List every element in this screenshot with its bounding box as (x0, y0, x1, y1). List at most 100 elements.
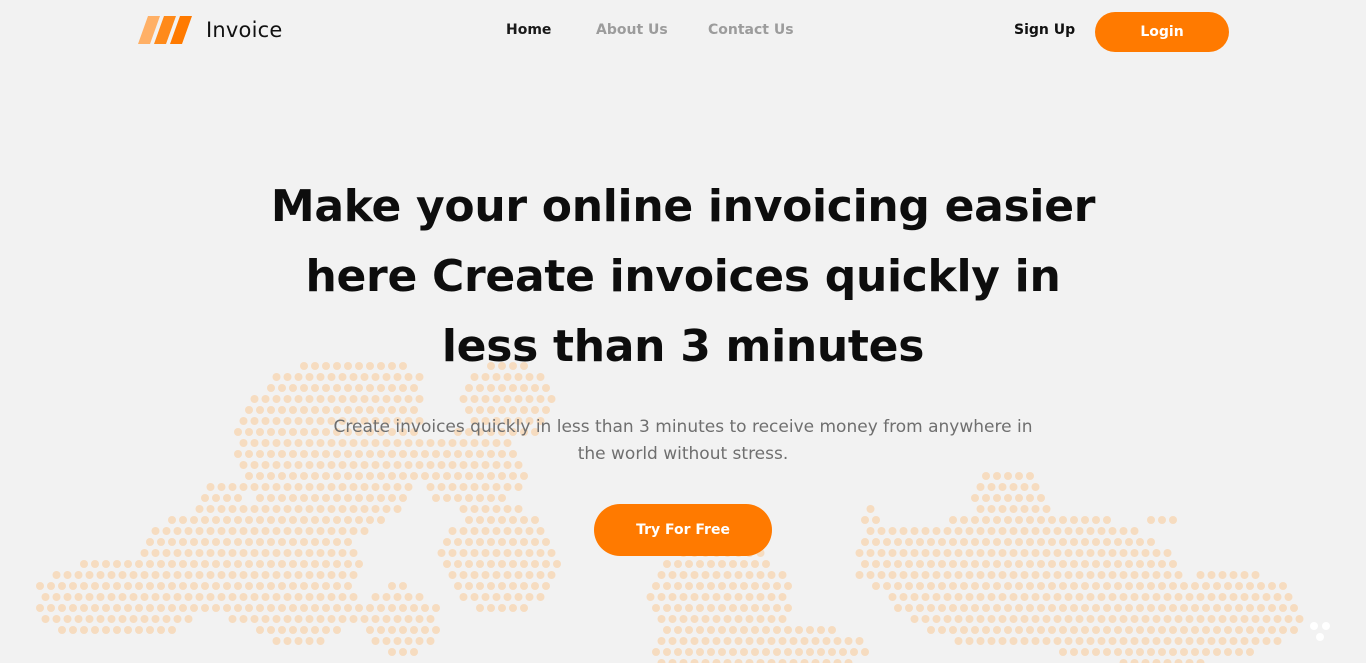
map-dot (1224, 604, 1232, 612)
map-dot (971, 626, 979, 634)
map-dot (1147, 538, 1155, 546)
map-dot (432, 626, 440, 634)
map-dot (503, 593, 512, 601)
map-dot (1004, 472, 1012, 480)
map-dot (261, 395, 270, 403)
map-dot (278, 384, 286, 392)
map-dot (982, 538, 990, 546)
map-dot (135, 626, 143, 634)
map-dot (113, 560, 121, 568)
map-dot (1251, 593, 1260, 601)
map-dot (998, 505, 1007, 513)
map-dot (784, 582, 792, 590)
map-dot (1196, 571, 1205, 579)
map-dot (1268, 582, 1276, 590)
map-dot (366, 472, 374, 480)
map-dot (415, 593, 424, 601)
map-dot (1185, 659, 1194, 663)
nav-item-about-us[interactable]: About Us (596, 22, 668, 38)
map-dot (542, 538, 550, 546)
map-dot (718, 648, 726, 656)
map-dot (547, 571, 556, 579)
map-dot (756, 571, 765, 579)
map-dot (811, 659, 820, 663)
map-dot (157, 626, 165, 634)
map-dot (657, 659, 666, 663)
map-dot (525, 527, 534, 535)
map-dot (448, 549, 457, 557)
map-dot (778, 615, 787, 623)
map-dot (239, 615, 248, 623)
map-dot (382, 637, 391, 645)
map-dot (311, 626, 319, 634)
nav-item-home[interactable]: Home (506, 22, 551, 38)
map-dot (470, 549, 479, 557)
map-dot (679, 615, 688, 623)
map-dot (1174, 659, 1183, 663)
map-dot (1092, 582, 1100, 590)
map-dot (877, 571, 886, 579)
map-dot (294, 483, 303, 491)
sign-up-link[interactable]: Sign Up (1014, 22, 1075, 38)
map-dot (1136, 582, 1144, 590)
map-dot (1191, 604, 1199, 612)
map-dot (965, 571, 974, 579)
map-dot (1015, 472, 1023, 480)
map-dot (1081, 538, 1089, 546)
map-dot (1081, 626, 1089, 634)
map-dot (245, 560, 253, 568)
map-dot (393, 637, 402, 645)
map-dot (960, 516, 968, 524)
map-dot (998, 615, 1007, 623)
map-dot (272, 505, 281, 513)
map-dot (135, 604, 143, 612)
map-dot (1086, 527, 1095, 535)
map-dot (63, 571, 72, 579)
map-dot (542, 582, 550, 590)
map-dot (1092, 560, 1100, 568)
map-dot (866, 527, 875, 535)
map-dot (547, 395, 556, 403)
map-dot (954, 637, 963, 645)
map-dot (1191, 582, 1199, 590)
map-dot (426, 615, 435, 623)
map-dot (1070, 626, 1078, 634)
map-dot (179, 582, 187, 590)
map-dot (921, 593, 930, 601)
map-dot (206, 571, 215, 579)
map-dot (102, 560, 110, 568)
map-dot (1026, 494, 1034, 502)
map-dot (839, 648, 847, 656)
map-dot (393, 395, 402, 403)
map-dot (316, 527, 325, 535)
map-dot (481, 395, 490, 403)
map-dot (52, 571, 61, 579)
map-dot (80, 626, 88, 634)
map-dot (679, 593, 688, 601)
map-dot (850, 648, 858, 656)
map-dot (701, 659, 710, 663)
map-dot (938, 560, 946, 568)
map-dot (514, 571, 523, 579)
map-dot (503, 571, 512, 579)
nav-item-contact-us[interactable]: Contact Us (708, 22, 794, 38)
map-dot (1064, 593, 1073, 601)
map-dot (547, 549, 556, 557)
map-dot (316, 593, 325, 601)
map-dot (789, 659, 798, 663)
map-dot (1158, 560, 1166, 568)
map-dot (399, 384, 407, 392)
map-dot (41, 593, 50, 601)
map-dot (443, 560, 451, 568)
map-dot (124, 626, 132, 634)
map-dot (905, 582, 913, 590)
map-dot (1092, 538, 1100, 546)
map-dot (283, 527, 292, 535)
map-dot (965, 615, 974, 623)
map-dot (272, 637, 281, 645)
map-dot (987, 593, 996, 601)
map-dot (652, 604, 660, 612)
login-button[interactable]: Login (1095, 12, 1229, 52)
map-dot (954, 571, 963, 579)
try-for-free-button[interactable]: Try For Free (594, 504, 772, 556)
